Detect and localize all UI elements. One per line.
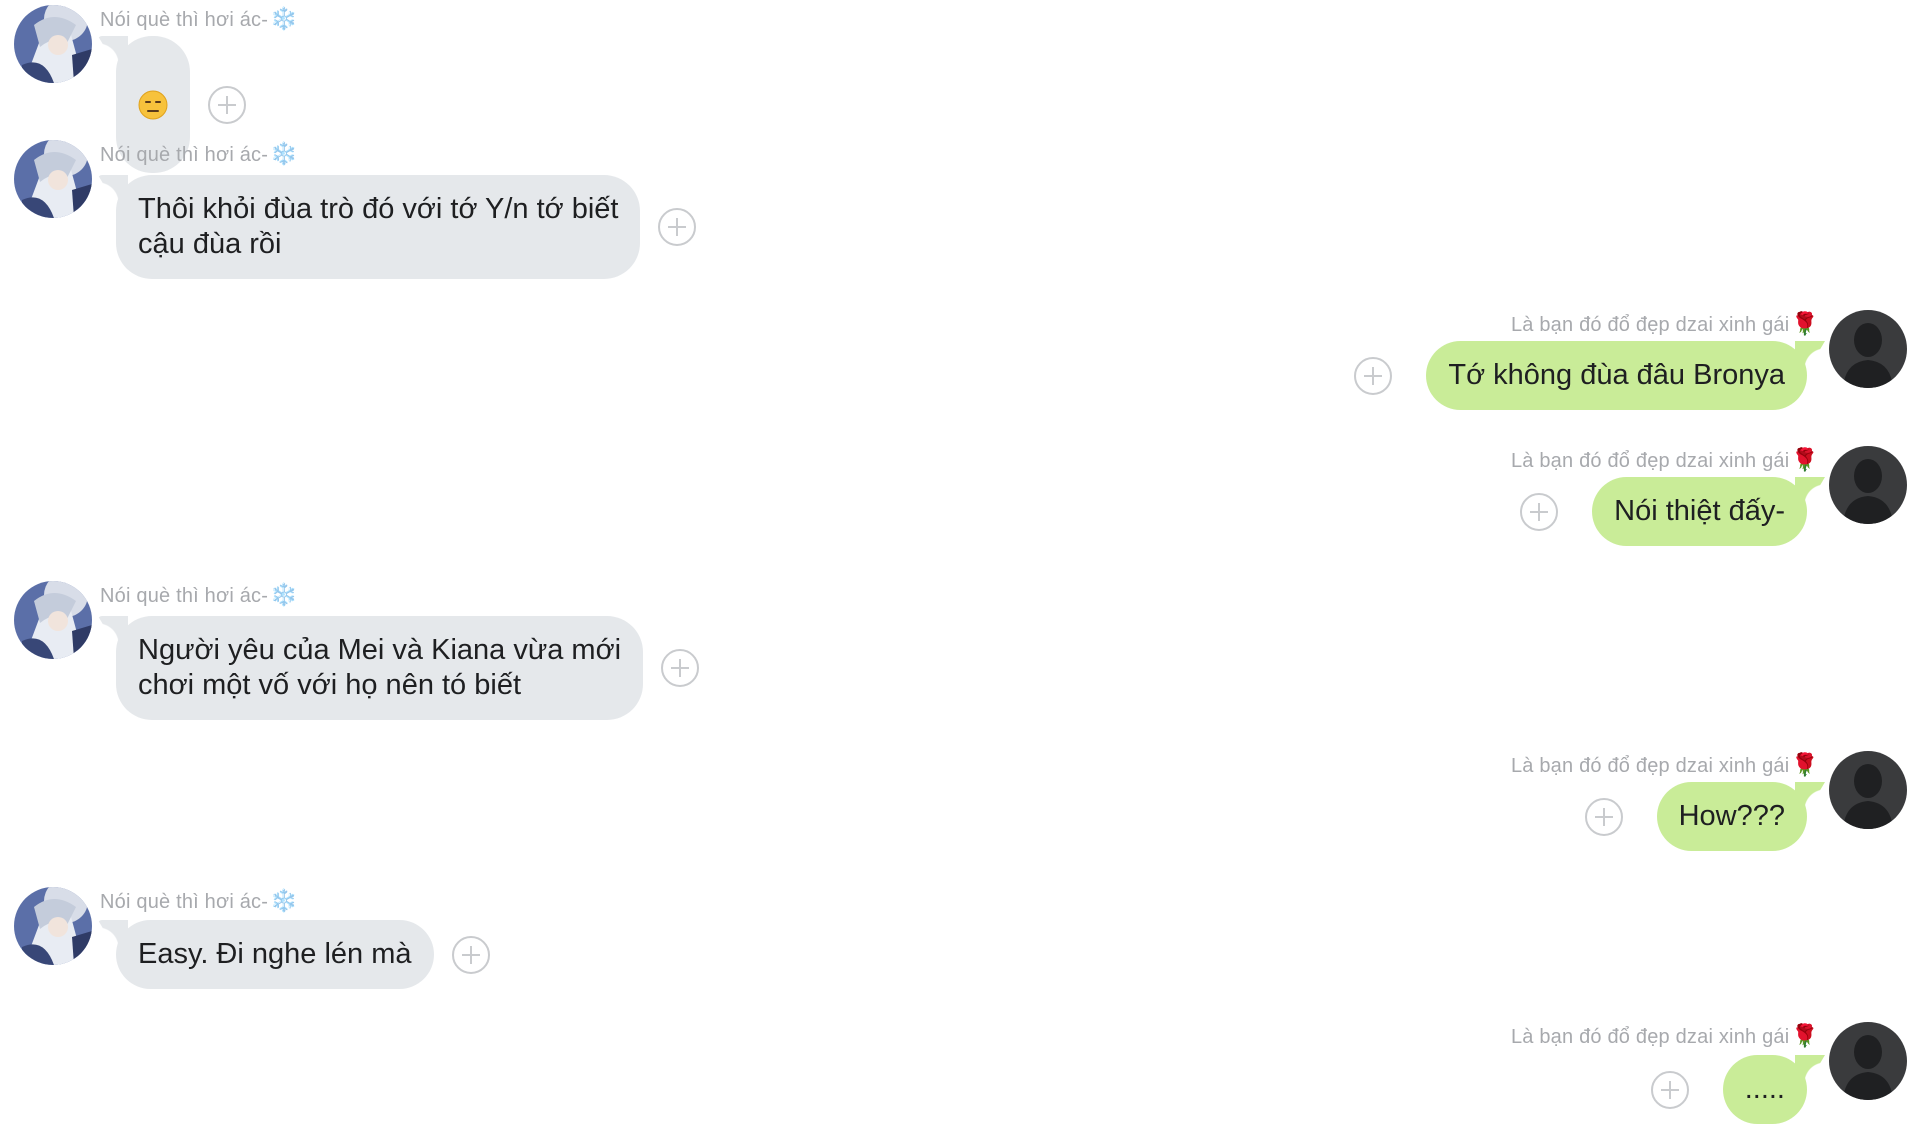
snowflake-icon: ❄️ [270,141,298,166]
message-bubble[interactable]: ..... [1722,1055,1807,1124]
sender-name: Nói què thì hơi ác-❄️ [100,582,298,608]
add-reaction-icon[interactable] [451,935,490,974]
sender-name-text: Nói què thì hơi ác- [100,144,269,166]
message-text: ..... [1744,1073,1785,1105]
default-person-avatar-icon [1829,751,1907,829]
bubble-group: Nói thiệt đấy- [1520,477,1807,546]
sender-name: Là bạn đó đổ đẹp dzai xinh gái🌹 [1511,447,1819,473]
message-bubble[interactable]: How??? [1656,782,1807,851]
sender-name-text: Nói què thì hơi ác- [100,9,269,31]
sender-name-text: Là bạn đó đổ đẹp dzai xinh gái [1510,450,1790,472]
message-bubble[interactable]: Easy. Đi nghe lén mà [116,920,434,989]
sender-name: Nói què thì hơi ác-❄️ [100,888,298,914]
default-person-avatar-icon [1829,446,1907,524]
add-reaction-icon[interactable] [1584,797,1623,836]
default-person-avatar-icon [1829,1022,1907,1100]
contact-avatar[interactable] [14,581,92,659]
rose-icon: 🌹 [1791,311,1819,336]
default-person-avatar-icon [1829,310,1907,388]
snowflake-icon: ❄️ [270,582,298,607]
chat-thread[interactable]: Nói què thì hơi ác-❄️ 😑 [0,0,1920,1138]
message-text: Tớ không đùa đâu Bronya [1448,359,1785,391]
message-bubble[interactable]: Nói thiệt đấy- [1592,477,1807,546]
sender-name: Là bạn đó đổ đẹp dzai xinh gái🌹 [1511,311,1819,337]
add-reaction-icon[interactable] [658,208,697,246]
add-reaction-icon[interactable] [1650,1070,1689,1109]
contact-avatar[interactable] [14,887,92,965]
bubble-group: How??? [1584,782,1807,851]
add-reaction-icon[interactable] [661,649,700,687]
sender-name-text: Nói què thì hơi ác- [100,585,269,607]
anime-character-avatar-icon [14,5,92,83]
message-text: Thôi khỏi đùa trò đó với tớ Y/n tớ biết … [138,193,619,260]
anime-character-avatar-icon [14,581,92,659]
bubble-group: Người yêu của Mei và Kiana vừa mới chơi … [116,616,700,720]
add-reaction-icon[interactable] [1354,356,1393,395]
message-text: Người yêu của Mei và Kiana vừa mới chơi … [138,634,622,701]
expressionless-face-icon [138,90,168,120]
rose-icon: 🌹 [1791,447,1819,472]
message-text: Nói thiệt đấy- [1614,495,1785,527]
bubble-group: Easy. Đi nghe lén mà [116,920,490,989]
message-bubble[interactable]: Người yêu của Mei và Kiana vừa mới chơi … [116,616,644,720]
snowflake-icon: ❄️ [270,888,298,913]
user-avatar[interactable] [1829,446,1907,524]
message-bubble[interactable]: Thôi khỏi đùa trò đó với tớ Y/n tớ biết … [116,175,641,279]
user-avatar[interactable] [1829,751,1907,829]
anime-character-avatar-icon [14,140,92,218]
contact-avatar[interactable] [14,140,92,218]
snowflake-icon: ❄️ [270,6,298,31]
message-text: Easy. Đi nghe lén mà [138,938,412,970]
sender-name: Nói què thì hơi ác-❄️ [100,6,298,32]
user-avatar[interactable] [1829,310,1907,388]
sender-name-text: Là bạn đó đổ đẹp dzai xinh gái [1510,314,1790,336]
add-reaction-icon[interactable] [1520,492,1559,531]
sender-name: Là bạn đó đổ đẹp dzai xinh gái🌹 [1511,1023,1819,1049]
message-bubble[interactable]: Tớ không đùa đâu Bronya [1426,341,1807,410]
sender-name-text: Là bạn đó đổ đẹp dzai xinh gái [1510,1026,1790,1048]
anime-character-avatar-icon [14,887,92,965]
rose-icon: 🌹 [1791,752,1819,777]
bubble-group: Tớ không đùa đâu Bronya [1354,341,1807,410]
bubble-group: Thôi khỏi đùa trò đó với tớ Y/n tớ biết … [116,175,697,279]
user-avatar[interactable] [1829,1022,1907,1100]
contact-avatar[interactable] [14,5,92,83]
message-text: How??? [1678,800,1785,832]
sender-name: Nói què thì hơi ác-❄️ [100,141,298,167]
sender-name-text: Nói què thì hơi ác- [100,891,269,913]
sender-name: Là bạn đó đổ đẹp dzai xinh gái🌹 [1511,752,1819,778]
add-reaction-icon[interactable] [208,85,246,124]
bubble-group: ..... [1650,1055,1807,1124]
rose-icon: 🌹 [1791,1023,1819,1048]
sender-name-text: Là bạn đó đổ đẹp dzai xinh gái [1510,755,1790,777]
